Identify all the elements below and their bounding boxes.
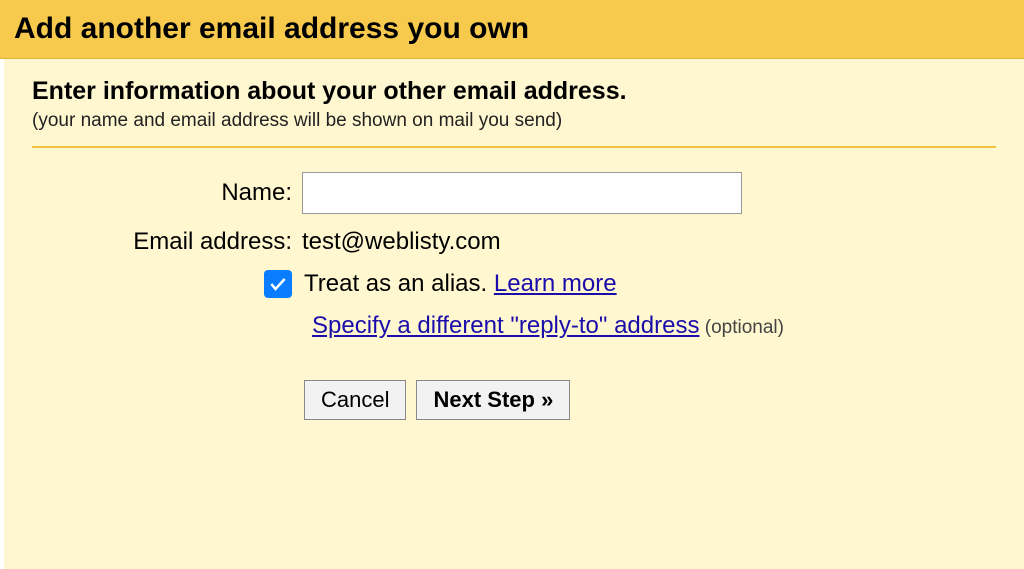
check-icon [268, 274, 288, 294]
email-value: test@weblisty.com [302, 228, 501, 256]
name-row: Name: [32, 172, 996, 214]
name-input[interactable] [302, 172, 742, 214]
email-label: Email address: [32, 228, 302, 256]
name-label: Name: [32, 179, 302, 207]
header-bar: Add another email address you own [0, 0, 1024, 59]
optional-text: (optional) [699, 317, 784, 338]
reply-to-link[interactable]: Specify a different "reply-to" address [312, 312, 699, 339]
cancel-button[interactable]: Cancel [304, 380, 406, 420]
content-panel: Enter information about your other email… [0, 59, 1024, 569]
alias-label: Treat as an alias. Learn more [304, 270, 617, 298]
learn-more-link[interactable]: Learn more [494, 270, 617, 297]
alias-text: Treat as an alias. [304, 270, 494, 297]
alias-checkbox[interactable] [264, 270, 292, 298]
section-subtitle: (your name and email address will be sho… [32, 110, 996, 132]
divider [32, 146, 996, 148]
page-title: Add another email address you own [14, 12, 1010, 46]
alias-row: Treat as an alias. Learn more [264, 270, 996, 298]
email-row: Email address: test@weblisty.com [32, 228, 996, 256]
next-step-button[interactable]: Next Step » [416, 380, 570, 420]
section-title: Enter information about your other email… [32, 77, 996, 106]
reply-to-row: Specify a different "reply-to" address (… [312, 312, 996, 340]
button-row: Cancel Next Step » [304, 380, 996, 420]
